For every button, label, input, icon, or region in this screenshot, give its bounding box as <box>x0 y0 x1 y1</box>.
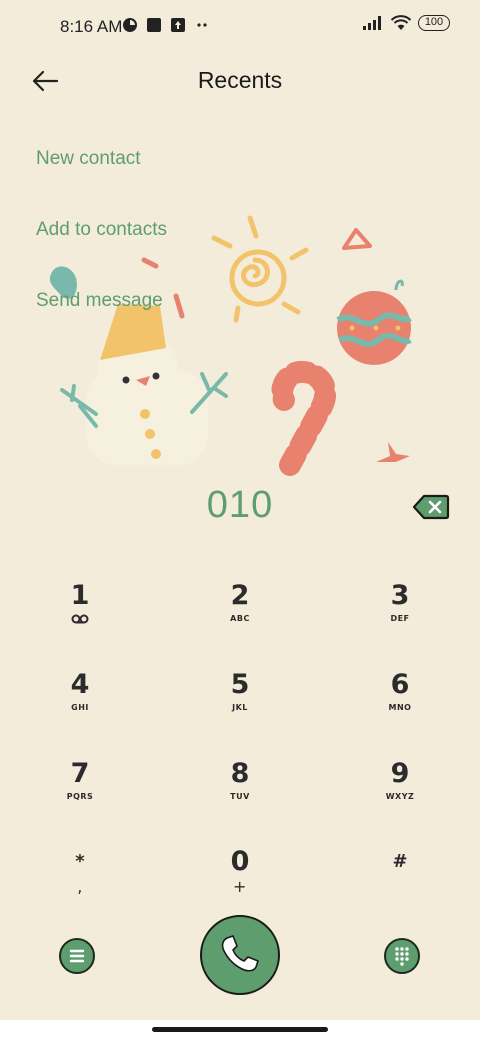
menu-button[interactable] <box>59 938 95 974</box>
wifi-icon <box>390 15 412 30</box>
signal-icon <box>363 16 381 30</box>
upload-icon <box>171 18 185 32</box>
key-letters: WXYZ <box>385 792 415 801</box>
snowman-icon <box>60 304 228 465</box>
status-system-icons: 100 <box>362 15 450 31</box>
system-nav-bar <box>0 1020 480 1040</box>
key-0[interactable]: 0 + <box>180 845 300 917</box>
send-message-link[interactable]: Send message <box>36 290 163 312</box>
key-digit: 1 <box>70 580 90 611</box>
phone-icon <box>221 935 259 972</box>
key-5[interactable]: 5 JKL <box>180 668 300 740</box>
dialpad-button[interactable] <box>384 938 420 974</box>
call-button[interactable] <box>200 915 280 995</box>
key-digit: 7 <box>70 758 90 789</box>
key-letters: ABC <box>230 614 250 623</box>
key-digit: 4 <box>70 669 90 700</box>
voicemail-icon <box>71 614 89 624</box>
key-digit: 9 <box>390 758 410 789</box>
key-4[interactable]: 4 GHI <box>20 668 140 740</box>
key-digit: 3 <box>390 580 410 611</box>
key-6[interactable]: 6 MNO <box>340 668 460 740</box>
add-to-contacts-link[interactable]: Add to contacts <box>36 219 167 241</box>
key-star[interactable]: * , <box>20 845 140 917</box>
square-icon <box>147 18 161 32</box>
ornament-icon <box>336 279 412 365</box>
candy-cane-icon <box>271 360 337 476</box>
menu-icon <box>69 949 85 963</box>
key-letters: JKL <box>232 703 248 712</box>
more-dots-icon <box>197 23 207 27</box>
status-bar: 8:16 AM 100 <box>0 0 480 56</box>
dialed-number: 010 <box>206 484 274 526</box>
status-time: 8:16 AM <box>60 17 123 36</box>
key-2[interactable]: 2 ABC <box>180 579 300 651</box>
key-letters: DEF <box>390 614 410 623</box>
key-letters: , <box>77 877 83 896</box>
key-letters: GHI <box>71 703 89 712</box>
bottom-bar <box>0 910 480 1010</box>
status-notification-icons <box>122 17 210 33</box>
key-7[interactable]: 7 PQRS <box>20 757 140 829</box>
key-letters: TUV <box>230 792 250 801</box>
key-digit: 8 <box>230 758 250 789</box>
leaf-decoration <box>376 442 410 462</box>
page-title: Recents <box>197 67 283 93</box>
key-letters: PQRS <box>66 792 94 801</box>
triangle-decoration <box>342 228 372 250</box>
key-digit: # <box>392 851 408 872</box>
header: Recents <box>0 56 480 112</box>
key-digit: 5 <box>230 669 250 700</box>
new-contact-link[interactable]: New contact <box>36 148 141 170</box>
app-icon <box>123 18 137 32</box>
key-digit: * <box>75 851 85 872</box>
battery-indicator: 100 <box>418 15 450 31</box>
backspace-icon[interactable] <box>412 494 450 520</box>
sun-icon <box>211 215 309 323</box>
key-1[interactable]: 1 <box>20 579 140 651</box>
home-indicator[interactable] <box>152 1027 328 1032</box>
key-3[interactable]: 3 DEF <box>340 579 460 651</box>
key-9[interactable]: 9 WXYZ <box>340 757 460 829</box>
key-letters: MNO <box>388 703 412 712</box>
key-hash[interactable]: # <box>340 845 460 917</box>
key-8[interactable]: 8 TUV <box>180 757 300 829</box>
dialpad-icon <box>395 947 409 966</box>
holiday-illustration <box>49 215 412 476</box>
key-letters: + <box>233 877 247 896</box>
key-digit: 2 <box>230 580 250 611</box>
key-digit: 6 <box>390 669 410 700</box>
key-digit: 0 <box>230 846 250 877</box>
